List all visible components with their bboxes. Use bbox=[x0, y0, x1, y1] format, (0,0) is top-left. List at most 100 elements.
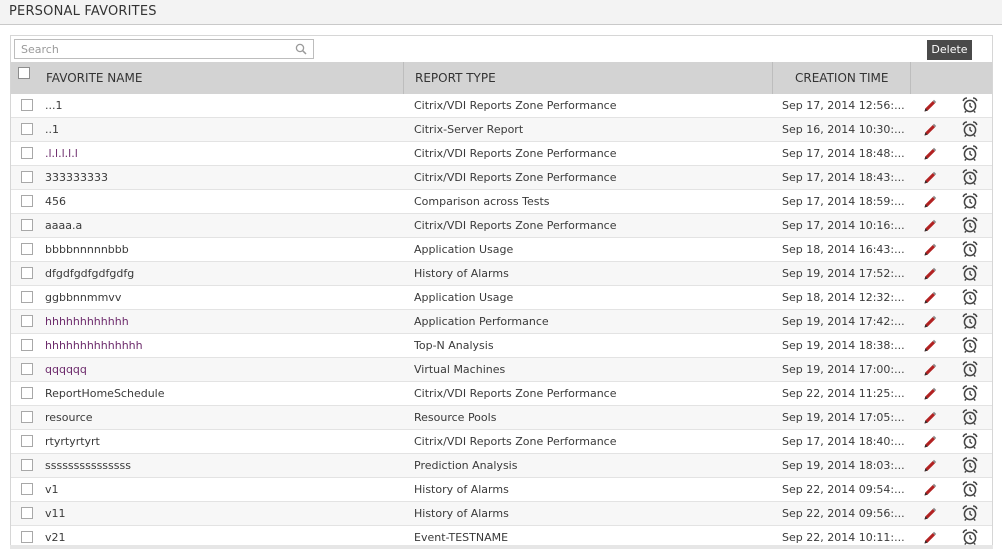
alarm-clock-icon[interactable] bbox=[961, 264, 979, 282]
alarm-clock-icon[interactable] bbox=[961, 336, 979, 354]
alarm-clock-icon[interactable] bbox=[961, 432, 979, 450]
pencil-icon[interactable] bbox=[922, 386, 938, 402]
row-checkbox[interactable] bbox=[21, 315, 33, 327]
pencil-icon[interactable] bbox=[922, 98, 938, 114]
favorite-name-cell[interactable]: 456 bbox=[45, 190, 400, 214]
row-checkbox[interactable] bbox=[21, 507, 33, 519]
table-row[interactable]: hhhhhhhhhhhh Application Performance Sep… bbox=[11, 310, 992, 334]
table-row[interactable]: ggbbnnmmvv Application Usage Sep 18, 201… bbox=[11, 286, 992, 310]
pencil-icon[interactable] bbox=[922, 290, 938, 306]
pencil-icon[interactable] bbox=[922, 434, 938, 450]
alarm-clock-icon[interactable] bbox=[961, 312, 979, 330]
row-checkbox[interactable] bbox=[21, 291, 33, 303]
select-all-checkbox[interactable] bbox=[18, 67, 30, 79]
alarm-clock-icon[interactable] bbox=[961, 528, 979, 546]
row-checkbox[interactable] bbox=[21, 435, 33, 447]
row-checkbox[interactable] bbox=[21, 147, 33, 159]
favorite-name-cell[interactable]: aaaa.a bbox=[45, 214, 400, 238]
row-checkbox[interactable] bbox=[21, 411, 33, 423]
pencil-icon[interactable] bbox=[922, 146, 938, 162]
table-row[interactable]: sssssssssssssss Prediction Analysis Sep … bbox=[11, 454, 992, 478]
pencil-icon[interactable] bbox=[922, 482, 938, 498]
alarm-clock-icon[interactable] bbox=[961, 168, 979, 186]
pencil-icon[interactable] bbox=[922, 194, 938, 210]
row-checkbox[interactable] bbox=[21, 171, 33, 183]
favorite-name-cell[interactable]: resource bbox=[45, 406, 400, 430]
table-row[interactable]: bbbbnnnnnbbb Application Usage Sep 18, 2… bbox=[11, 238, 992, 262]
horizontal-scrollbar[interactable] bbox=[10, 545, 993, 549]
row-checkbox[interactable] bbox=[21, 219, 33, 231]
favorite-name-cell[interactable]: rtyrtyrtyrt bbox=[45, 430, 400, 454]
alarm-clock-icon[interactable] bbox=[961, 384, 979, 402]
favorite-name-cell[interactable]: qqqqqq bbox=[45, 358, 400, 382]
favorite-name-cell[interactable]: v1 bbox=[45, 478, 400, 502]
table-row[interactable]: hhhhhhhhhhhhhh Top-N Analysis Sep 19, 20… bbox=[11, 334, 992, 358]
favorite-name-cell[interactable]: dfgdfgdfgdfgdfg bbox=[45, 262, 400, 286]
row-checkbox[interactable] bbox=[21, 99, 33, 111]
table-row[interactable]: v1 History of Alarms Sep 22, 2014 09:54:… bbox=[11, 478, 992, 502]
table-row[interactable]: aaaa.a Citrix/VDI Reports Zone Performan… bbox=[11, 214, 992, 238]
alarm-clock-icon[interactable] bbox=[961, 504, 979, 522]
table-row[interactable]: v11 History of Alarms Sep 22, 2014 09:56… bbox=[11, 502, 992, 526]
alarm-clock-icon[interactable] bbox=[961, 288, 979, 306]
pencil-icon[interactable] bbox=[922, 362, 938, 378]
column-header-favorite-name[interactable]: FAVORITE NAME bbox=[46, 62, 142, 94]
row-checkbox[interactable] bbox=[21, 243, 33, 255]
pencil-icon[interactable] bbox=[922, 530, 938, 546]
row-checkbox[interactable] bbox=[21, 339, 33, 351]
pencil-icon[interactable] bbox=[922, 266, 938, 282]
pencil-icon[interactable] bbox=[922, 218, 938, 234]
favorite-name-cell[interactable]: ..1 bbox=[45, 118, 400, 142]
row-checkbox[interactable] bbox=[21, 459, 33, 471]
row-checkbox[interactable] bbox=[21, 123, 33, 135]
row-checkbox[interactable] bbox=[21, 483, 33, 495]
favorite-name-cell[interactable]: sssssssssssssss bbox=[45, 454, 400, 478]
search-icon[interactable] bbox=[295, 43, 307, 55]
favorite-name-cell[interactable]: bbbbnnnnnbbb bbox=[45, 238, 400, 262]
row-checkbox[interactable] bbox=[21, 387, 33, 399]
pencil-icon[interactable] bbox=[922, 458, 938, 474]
favorite-name-cell[interactable]: ...1 bbox=[45, 94, 400, 118]
search-input[interactable] bbox=[15, 40, 291, 58]
row-checkbox[interactable] bbox=[21, 363, 33, 375]
table-row[interactable]: qqqqqq Virtual Machines Sep 19, 2014 17:… bbox=[11, 358, 992, 382]
alarm-clock-icon[interactable] bbox=[961, 192, 979, 210]
favorite-name-cell[interactable]: 333333333 bbox=[45, 166, 400, 190]
alarm-clock-icon[interactable] bbox=[961, 144, 979, 162]
favorite-name-cell[interactable]: hhhhhhhhhhhhhh bbox=[45, 334, 400, 358]
favorite-name-cell[interactable]: ggbbnnmmvv bbox=[45, 286, 400, 310]
table-row[interactable]: ...1 Citrix/VDI Reports Zone Performance… bbox=[11, 94, 992, 118]
row-checkbox[interactable] bbox=[21, 531, 33, 543]
pencil-icon[interactable] bbox=[922, 122, 938, 138]
table-row[interactable]: ReportHomeSchedule Citrix/VDI Reports Zo… bbox=[11, 382, 992, 406]
alarm-clock-icon[interactable] bbox=[961, 408, 979, 426]
table-row[interactable]: 456 Comparison across Tests Sep 17, 2014… bbox=[11, 190, 992, 214]
alarm-clock-icon[interactable] bbox=[961, 480, 979, 498]
alarm-clock-icon[interactable] bbox=[961, 96, 979, 114]
pencil-icon[interactable] bbox=[922, 338, 938, 354]
pencil-icon[interactable] bbox=[922, 314, 938, 330]
pencil-icon[interactable] bbox=[922, 170, 938, 186]
alarm-clock-icon[interactable] bbox=[961, 216, 979, 234]
favorite-name-cell[interactable]: v11 bbox=[45, 502, 400, 526]
favorite-name-cell[interactable]: .l.l.l.l.l bbox=[45, 142, 400, 166]
table-row[interactable]: rtyrtyrtyrt Citrix/VDI Reports Zone Perf… bbox=[11, 430, 992, 454]
pencil-icon[interactable] bbox=[922, 242, 938, 258]
table-row[interactable]: resource Resource Pools Sep 19, 2014 17:… bbox=[11, 406, 992, 430]
alarm-clock-icon[interactable] bbox=[961, 240, 979, 258]
table-row[interactable]: 333333333 Citrix/VDI Reports Zone Perfor… bbox=[11, 166, 992, 190]
alarm-clock-icon[interactable] bbox=[961, 456, 979, 474]
pencil-icon[interactable] bbox=[922, 410, 938, 426]
column-header-creation-time[interactable]: CREATION TIME bbox=[795, 62, 889, 94]
favorite-name-cell[interactable]: ReportHomeSchedule bbox=[45, 382, 400, 406]
table-row[interactable]: ..1 Citrix-Server Report Sep 16, 2014 10… bbox=[11, 118, 992, 142]
favorite-name-cell[interactable]: hhhhhhhhhhhh bbox=[45, 310, 400, 334]
table-row[interactable]: .l.l.l.l.l Citrix/VDI Reports Zone Perfo… bbox=[11, 142, 992, 166]
pencil-icon[interactable] bbox=[922, 506, 938, 522]
column-header-report-type[interactable]: REPORT TYPE bbox=[415, 62, 496, 94]
alarm-clock-icon[interactable] bbox=[961, 360, 979, 378]
table-row[interactable]: dfgdfgdfgdfgdfg History of Alarms Sep 19… bbox=[11, 262, 992, 286]
row-checkbox[interactable] bbox=[21, 267, 33, 279]
alarm-clock-icon[interactable] bbox=[961, 120, 979, 138]
row-checkbox[interactable] bbox=[21, 195, 33, 207]
